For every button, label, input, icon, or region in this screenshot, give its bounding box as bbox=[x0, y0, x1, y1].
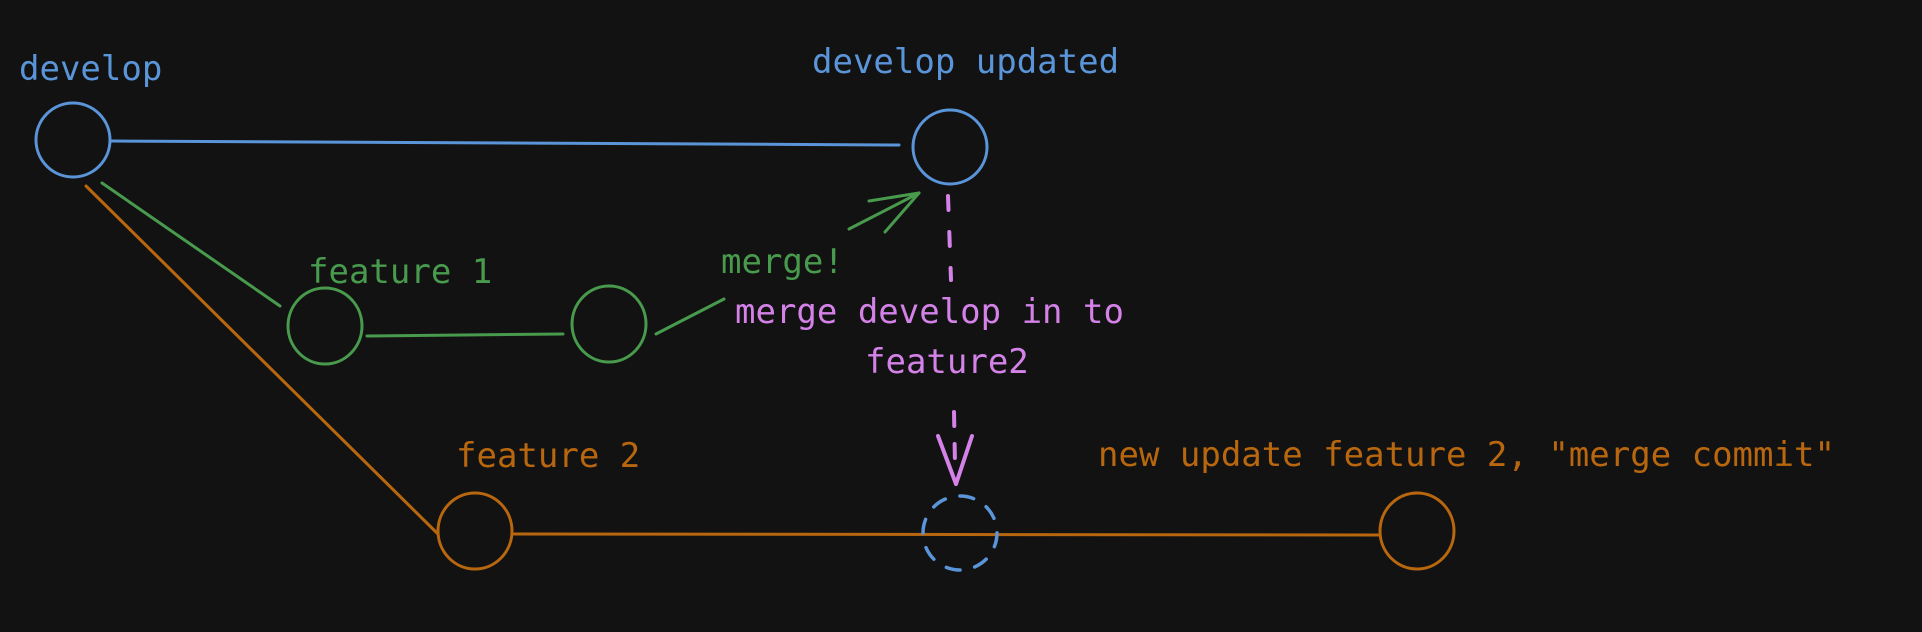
feature2-branch-line bbox=[84, 184, 440, 536]
label-merge-develop-line2: feature2 bbox=[865, 342, 1029, 382]
feature1-commit-node-2 bbox=[570, 284, 648, 364]
feature1-branch-line bbox=[100, 181, 282, 308]
develop-commit-node bbox=[34, 101, 112, 179]
annotation-dashed-line-lower bbox=[952, 410, 957, 466]
label-new-update: new update feature 2, "merge commit" bbox=[1098, 435, 1835, 475]
annotation-dashed-line-upper bbox=[946, 194, 953, 282]
feature1-merge-line-a bbox=[654, 297, 726, 336]
label-feature1: feature 1 bbox=[308, 252, 492, 292]
label-develop: develop bbox=[19, 49, 162, 89]
feature2-main-line bbox=[512, 532, 1380, 537]
label-feature2: feature 2 bbox=[456, 436, 640, 476]
develop-updated-commit-node bbox=[911, 108, 989, 186]
label-merge-develop-line1: merge develop in to bbox=[735, 292, 1124, 332]
merge-arrowhead-icon bbox=[867, 191, 921, 234]
git-branch-diagram: develop develop updated feature 1 merge!… bbox=[19, 42, 1835, 572]
develop-branch-line bbox=[109, 139, 901, 147]
label-develop-updated: develop updated bbox=[812, 42, 1119, 82]
label-merge: merge! bbox=[721, 242, 844, 282]
feature2-merge-commit-node bbox=[1378, 491, 1456, 571]
feature1-link-line bbox=[365, 332, 565, 338]
feature2-commit-node-1 bbox=[436, 491, 514, 571]
feature1-commit-node-1 bbox=[286, 286, 364, 366]
